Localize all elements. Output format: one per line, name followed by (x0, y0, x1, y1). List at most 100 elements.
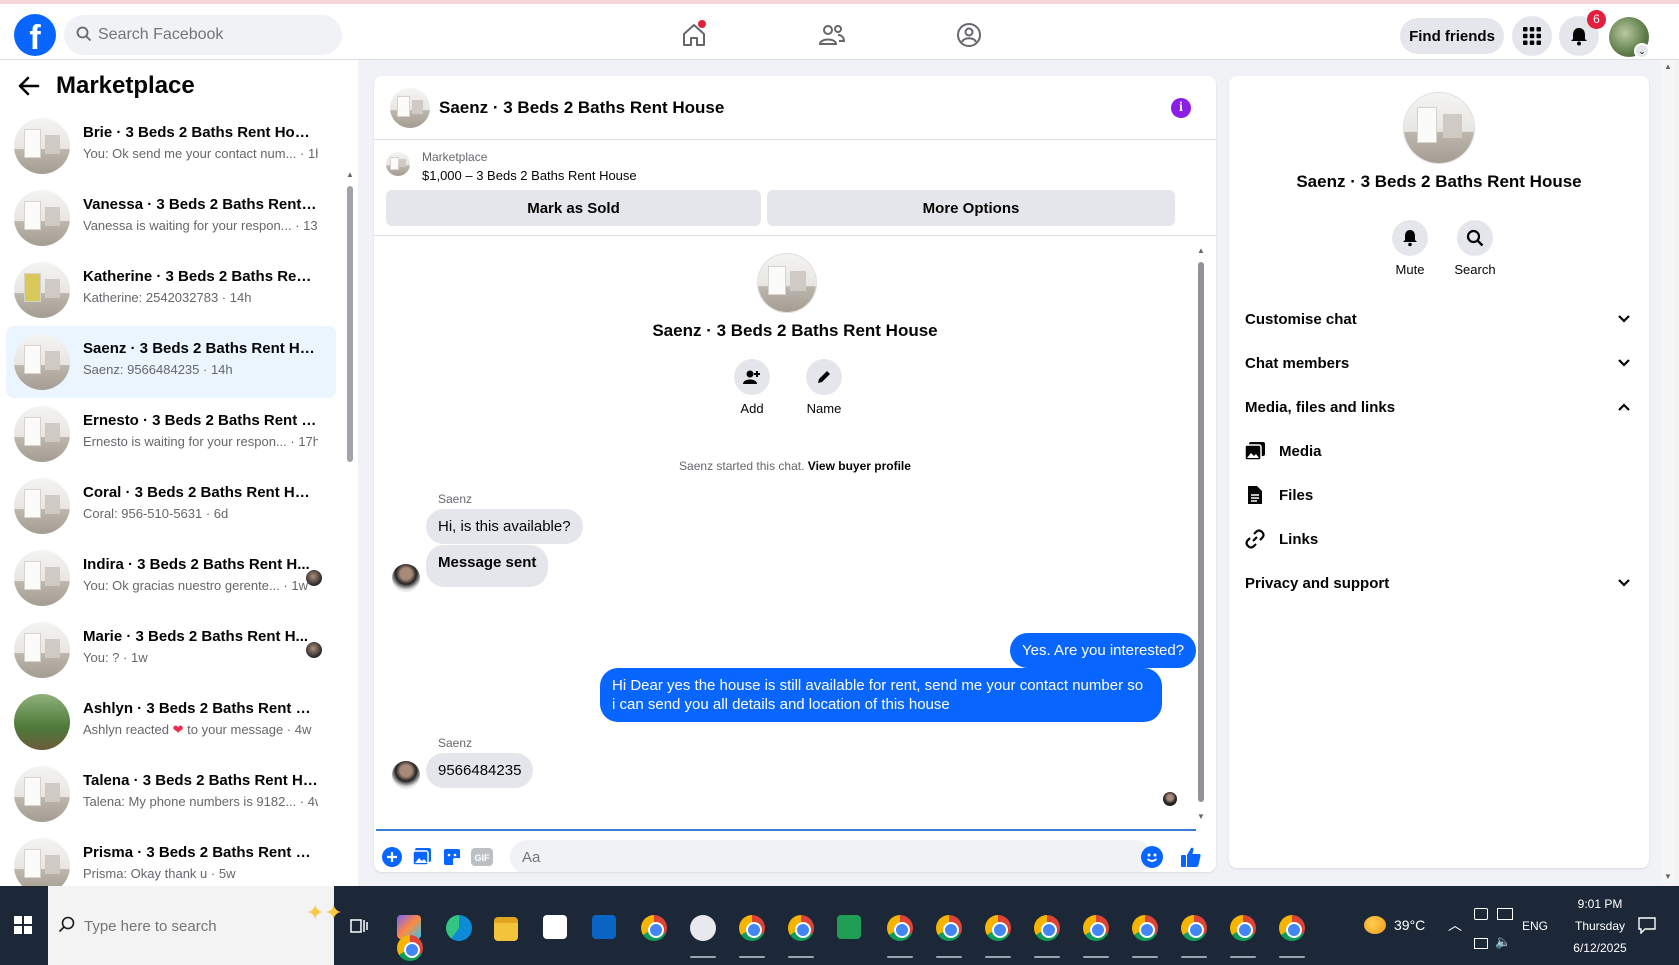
mute-button[interactable]: Mute (1380, 220, 1440, 277)
paint-icon[interactable] (690, 915, 716, 941)
meet-now-icon[interactable] (1474, 908, 1488, 920)
chevron-down-icon[interactable]: ⌄ (1634, 43, 1650, 59)
more-options-button[interactable]: More Options (767, 190, 1175, 226)
scroll-up-arrow-icon[interactable]: ▲ (1664, 62, 1672, 71)
outgoing-message[interactable]: Hi Dear yes the house is still available… (600, 668, 1162, 722)
link-icon (1245, 529, 1265, 549)
message-input[interactable] (510, 840, 1152, 872)
network-icon[interactable] (1474, 938, 1488, 949)
attach-photo-button[interactable] (411, 846, 433, 868)
like-button[interactable] (1180, 846, 1202, 868)
conversation-item[interactable]: Vanessa · 3 Beds 2 Baths Rent H... Vanes… (6, 182, 336, 254)
outlook-icon[interactable] (592, 915, 616, 939)
chrome-icon[interactable] (1083, 915, 1109, 941)
edge-icon[interactable] (446, 915, 472, 941)
incoming-message[interactable]: 9566484235 (426, 753, 534, 788)
chat-scrollbar[interactable]: ▲ ▼ (1196, 244, 1206, 824)
windows-start-icon[interactable] (14, 916, 32, 934)
conversation-item[interactable]: Marie · 3 Beds 2 Baths Rent H... You: ? … (6, 614, 336, 686)
back-arrow-icon[interactable] (18, 76, 40, 96)
scroll-down-arrow-icon[interactable]: ▼ (1197, 812, 1205, 821)
incoming-message[interactable]: Message sent (426, 545, 549, 587)
chrome-icon[interactable] (936, 915, 962, 941)
monitor-icon[interactable] (1497, 908, 1513, 920)
gif-button[interactable]: GIF (471, 846, 493, 868)
page-scrollbar[interactable]: ▲ ▼ (1661, 60, 1675, 886)
friends-nav-button[interactable] (812, 18, 852, 52)
media-files-links-section[interactable]: Media, files and links (1245, 385, 1631, 429)
sheets-icon[interactable] (837, 915, 861, 939)
scroll-down-arrow-icon[interactable]: ▼ (1664, 872, 1672, 881)
sidebar-scrollbar[interactable]: ▲ ▼ (346, 122, 354, 943)
file-explorer-icon[interactable] (494, 917, 518, 941)
facebook-logo[interactable]: f (14, 14, 56, 56)
privacy-support-section[interactable]: Privacy and support (1245, 561, 1631, 605)
clock-date[interactable]: 6/12/2025 (1560, 941, 1640, 955)
links-item[interactable]: Links (1245, 517, 1631, 561)
search-in-chat-button[interactable]: Search (1445, 220, 1505, 277)
taskbar-search[interactable]: ✦✦ (48, 886, 343, 965)
home-nav-button[interactable] (674, 18, 714, 52)
emoji-icon[interactable] (1141, 846, 1163, 868)
chrome-icon[interactable] (788, 915, 814, 941)
outgoing-message[interactable]: Yes. Are you interested? (1010, 633, 1197, 668)
chrome-icon[interactable] (1279, 915, 1305, 941)
microsoft-store-icon[interactable] (543, 915, 567, 939)
scrollbar-thumb[interactable] (347, 186, 353, 462)
incoming-message[interactable]: Hi, is this available? (426, 509, 583, 544)
chrome-icon[interactable] (739, 915, 765, 941)
chat-thumbnail[interactable] (390, 88, 430, 128)
chrome-icon[interactable] (397, 935, 423, 961)
info-icon[interactable]: i (1171, 98, 1191, 118)
conversation-item[interactable]: Talena · 3 Beds 2 Baths Rent Ho... Talen… (6, 758, 336, 830)
chevron-up-icon[interactable]: ︿ (1448, 915, 1462, 935)
speaker-icon[interactable]: 🔈 (1495, 934, 1511, 950)
conversation-item[interactable]: Ernesto · 3 Beds 2 Baths Rent H... Ernes… (6, 398, 336, 470)
scroll-up-arrow-icon[interactable]: ▲ (1197, 246, 1205, 255)
media-item[interactable]: Media (1245, 429, 1631, 473)
chrome-icon[interactable] (985, 915, 1011, 941)
bell-icon (1571, 28, 1587, 46)
taskbar-search-input[interactable] (84, 914, 284, 938)
weather-icon[interactable] (1364, 916, 1386, 934)
search-input[interactable] (98, 15, 328, 55)
chat-title[interactable]: Saenz · 3 Beds 2 Baths Rent House (439, 98, 724, 118)
chrome-icon[interactable] (1034, 915, 1060, 941)
language-indicator[interactable]: ENG (1522, 919, 1548, 933)
scroll-up-arrow-icon[interactable]: ▲ (346, 170, 354, 179)
chrome-icon[interactable] (1132, 915, 1158, 941)
clock-day[interactable]: Thursday (1560, 919, 1640, 933)
clock-time[interactable]: 9:01 PM (1560, 897, 1640, 911)
edit-name-button[interactable]: Name (794, 359, 854, 416)
chrome-icon[interactable] (1230, 915, 1256, 941)
chrome-icon[interactable] (641, 915, 667, 941)
customise-chat-section[interactable]: Customise chat (1245, 297, 1631, 341)
conversation-item[interactable]: Coral · 3 Beds 2 Baths Rent House Coral:… (6, 470, 336, 542)
conversation-item[interactable]: Indira · 3 Beds 2 Baths Rent H... You: O… (6, 542, 336, 614)
listing-price[interactable]: $1,000 – 3 Beds 2 Baths Rent House (422, 168, 637, 183)
add-people-button[interactable]: Add (722, 359, 782, 416)
notification-center-icon[interactable] (1638, 916, 1656, 934)
files-item[interactable]: Files (1245, 473, 1631, 517)
task-view-icon[interactable] (350, 917, 368, 935)
sticker-button[interactable] (441, 846, 463, 868)
chrome-icon[interactable] (887, 915, 913, 941)
scrollbar-thumb[interactable] (1198, 262, 1204, 802)
conversation-item[interactable]: Ashlyn · 3 Beds 2 Baths Rent Ho... Ashly… (6, 686, 336, 758)
weather-temperature[interactable]: 39°C (1394, 917, 1425, 933)
chat-members-section[interactable]: Chat members (1245, 341, 1631, 385)
conversation-item-active[interactable]: Saenz · 3 Beds 2 Baths Rent Hou... Saenz… (6, 326, 336, 398)
facebook-search[interactable] (64, 15, 342, 55)
mark-as-sold-button[interactable]: Mark as Sold (386, 190, 761, 226)
menu-button[interactable] (1512, 16, 1552, 56)
find-friends-button[interactable]: Find friends (1400, 18, 1504, 54)
more-actions-button[interactable] (381, 846, 403, 868)
conversation-item[interactable]: Katherine · 3 Beds 2 Baths Rent ... Kath… (6, 254, 336, 326)
sender-avatar[interactable] (392, 761, 420, 789)
listing-thumbnail[interactable] (386, 152, 410, 176)
groups-nav-button[interactable] (949, 18, 989, 52)
view-buyer-profile-link[interactable]: View buyer profile (808, 459, 911, 473)
conversation-item[interactable]: Brie · 3 Beds 2 Baths Rent House You: Ok… (6, 110, 336, 182)
sender-avatar[interactable] (392, 564, 420, 592)
chrome-icon[interactable] (1181, 915, 1207, 941)
